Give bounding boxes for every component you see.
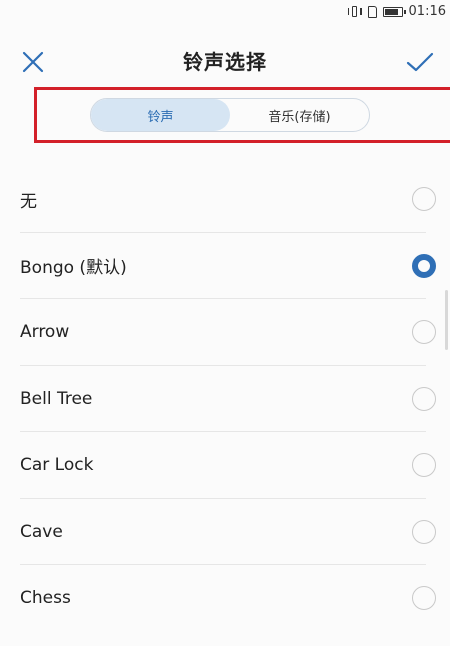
list-item[interactable]: Arrow xyxy=(0,299,450,366)
radio-button-selected[interactable] xyxy=(412,253,436,278)
radio-button[interactable] xyxy=(412,187,436,212)
vibrate-icon xyxy=(347,5,362,18)
list-item[interactable]: Bongo (默认) xyxy=(0,233,450,300)
radio-button[interactable] xyxy=(412,386,436,411)
radio-button[interactable] xyxy=(412,519,436,544)
list-item-label: Bell Tree xyxy=(20,388,93,409)
radio-button[interactable] xyxy=(412,320,436,345)
list-item[interactable]: 无 xyxy=(0,166,450,233)
list-item-label: Car Lock xyxy=(20,455,94,476)
confirm-button[interactable] xyxy=(402,44,438,80)
tab-music-storage[interactable]: 音乐(存储) xyxy=(230,99,369,131)
sim-icon xyxy=(367,5,377,18)
header: 铃声选择 xyxy=(0,30,450,90)
tab-ringtones[interactable]: 铃声 xyxy=(91,99,230,131)
battery-icon xyxy=(382,6,406,17)
list-item[interactable]: Car Lock xyxy=(0,432,450,499)
list-item-label: Cave xyxy=(20,521,63,542)
list-item-label: Bongo (默认) xyxy=(20,258,127,279)
list-item-label: Arrow xyxy=(20,322,70,343)
tab-switcher: 铃声 音乐(存储) xyxy=(90,98,370,132)
status-icons: 01:16 xyxy=(347,4,446,19)
list-item[interactable]: Bell Tree xyxy=(0,366,450,433)
radio-button[interactable] xyxy=(412,453,436,478)
scrollbar[interactable] xyxy=(445,290,448,350)
list-item[interactable]: Chess xyxy=(0,565,450,632)
ringtone-picker-screen: 01:16 铃声选择 铃声 音乐(存储) 无 Bongo (默认) Arrow … xyxy=(0,0,450,646)
status-time: 01:16 xyxy=(408,4,446,19)
radio-button[interactable] xyxy=(412,586,436,611)
ringtone-list: 无 Bongo (默认) Arrow Bell Tree Car Lock Ca… xyxy=(0,166,450,632)
check-icon xyxy=(406,52,434,72)
list-item-label: Chess xyxy=(20,588,71,609)
list-item-label: 无 xyxy=(20,191,37,212)
status-bar: 01:16 xyxy=(0,0,450,26)
list-item[interactable]: Cave xyxy=(0,499,450,566)
page-title: 铃声选择 xyxy=(183,50,267,74)
